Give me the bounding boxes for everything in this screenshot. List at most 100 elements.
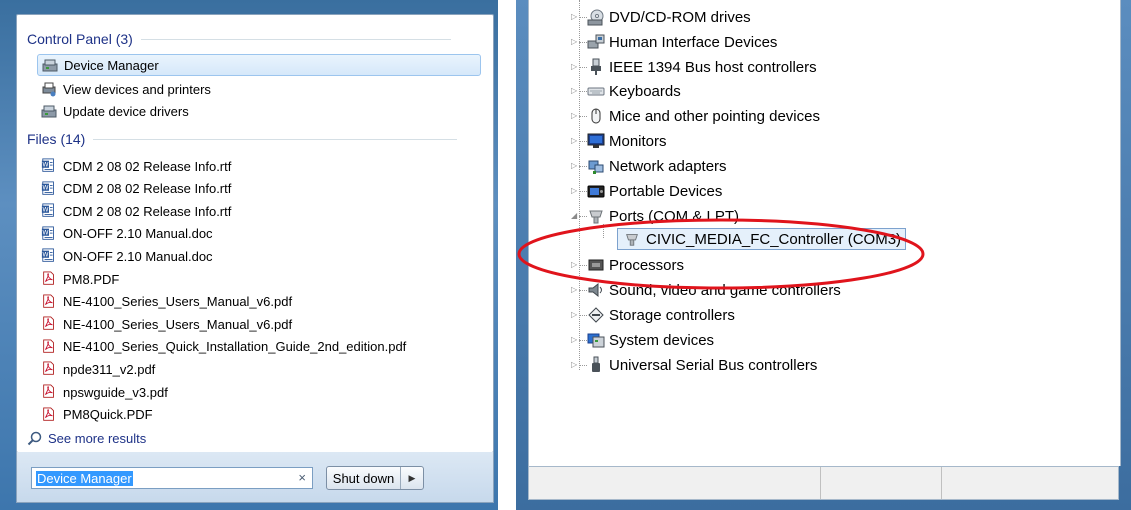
file-name-label: NE-4100_Series_Quick_Installation_Guide_…	[63, 339, 407, 355]
word-doc-icon: W	[41, 226, 54, 240]
expand-arrow-icon[interactable]: ▷	[571, 136, 577, 145]
file-result-item[interactable]: W ON-OFF 2.10 Manual.doc	[37, 223, 213, 245]
monitor-icon	[587, 133, 605, 148]
device-category-label: Human Interface Devices	[609, 33, 778, 51]
device-category-label: Mice and other pointing devices	[609, 107, 820, 125]
tree-connector	[579, 42, 587, 43]
pdf-icon	[43, 271, 54, 285]
file-result-item[interactable]: NE-4100_Series_Users_Manual_v6.pdf	[37, 291, 292, 313]
hid-icon	[587, 34, 605, 49]
device-category-portable-devices[interactable]: ▷ Portable Devices	[571, 180, 723, 202]
control-panel-header[interactable]: Control Panel (3)	[27, 29, 451, 49]
device-category-human-interface-devices[interactable]: ▷ Human Interface Devices	[571, 31, 778, 53]
search-input[interactable]	[35, 469, 279, 487]
result-label: Device Manager	[64, 57, 159, 73]
device-category-keyboards[interactable]: ▷ Keyboards	[571, 80, 681, 102]
status-bar-segment	[942, 467, 1112, 499]
file-result-item[interactable]: PM8.PDF	[37, 268, 119, 290]
tree-connector	[579, 340, 587, 341]
start-menu-footer: Device Manager × Shut down ▶	[16, 452, 494, 503]
device-category-label: Ports (COM & LPT)	[609, 207, 740, 225]
pdf-icon	[43, 316, 54, 330]
clear-search-icon[interactable]: ×	[298, 470, 306, 485]
see-more-label: See more results	[48, 431, 147, 446]
device-category-mice-and-other-pointing-devices[interactable]: ▷ Mice and other pointing devices	[571, 105, 820, 127]
device-category-dvd-cd-rom-drives[interactable]: ▷ DVD/CD-ROM drives	[571, 6, 751, 28]
file-result-item[interactable]: npswguide_v3.pdf	[37, 381, 168, 403]
file-result-item[interactable]: PM8Quick.PDF	[37, 404, 153, 426]
search-icon	[27, 431, 42, 446]
device-category-label: Portable Devices	[609, 182, 723, 200]
keyboard-icon	[587, 87, 605, 96]
shutdown-options-arrow-icon[interactable]: ▶	[401, 467, 423, 489]
expand-arrow-icon[interactable]: ▷	[571, 285, 577, 294]
expand-arrow-icon[interactable]: ▷	[571, 37, 577, 46]
expand-arrow-icon[interactable]: ▷	[571, 111, 577, 120]
device-category-storage-controllers[interactable]: ▷ Storage controllers	[571, 304, 735, 326]
file-name-label: ON-OFF 2.10 Manual.doc	[63, 248, 213, 264]
device-label: CIVIC_MEDIA_FC_Controller (COM3)	[646, 230, 902, 248]
expand-arrow-icon[interactable]: ▷	[571, 12, 577, 21]
expand-arrow-icon[interactable]: ▷	[571, 335, 577, 344]
expand-arrow-icon[interactable]: ▷	[571, 186, 577, 195]
svg-text:W: W	[42, 229, 48, 236]
port-icon	[589, 210, 603, 224]
tree-connector	[579, 91, 587, 92]
tree-connector	[579, 315, 587, 316]
shutdown-button[interactable]: Shut down	[327, 467, 401, 489]
device-category-universal-serial-bus-controllers[interactable]: ▷ Universal Serial Bus controllers	[571, 354, 817, 376]
svg-text:W: W	[42, 252, 48, 259]
pdf-icon	[43, 361, 54, 376]
search-results-pane: Control Panel (3) Device Manager View de…	[16, 14, 494, 453]
divider	[140, 38, 451, 40]
collapse-arrow-icon[interactable]: ◢	[571, 211, 577, 220]
device-category-processors[interactable]: ▷ Processors	[571, 254, 685, 276]
status-bar	[528, 466, 1119, 500]
tree-connector	[579, 67, 587, 68]
result-view-devices-printers[interactable]: View devices and printers	[37, 78, 211, 100]
device-category-label: Network adapters	[609, 157, 727, 175]
device-category-system-devices[interactable]: ▷ System devices	[571, 329, 715, 351]
file-result-item[interactable]: W ON-OFF 2.10 Manual.doc	[37, 245, 213, 267]
result-update-device-drivers[interactable]: Update device drivers	[37, 100, 189, 122]
network-adapter-icon	[588, 160, 604, 174]
tree-connector	[579, 141, 587, 142]
expand-arrow-icon[interactable]: ▷	[571, 161, 577, 170]
expand-arrow-icon[interactable]: ▷	[571, 260, 577, 269]
device-category-label: System devices	[609, 331, 715, 349]
word-doc-icon: W	[41, 248, 54, 263]
device-category-ports-com-lpt[interactable]: ◢ Ports (COM & LPT)	[571, 205, 740, 227]
status-bar-segment	[821, 467, 942, 499]
pdf-icon	[43, 294, 54, 308]
expand-arrow-icon[interactable]: ▷	[571, 310, 577, 319]
search-box[interactable]: Device Manager ×	[31, 467, 313, 489]
tree-connector	[579, 166, 587, 167]
shutdown-button-group: Shut down ▶	[326, 466, 424, 490]
expand-arrow-icon[interactable]: ▷	[571, 62, 577, 71]
device-category-sound-video-and-game-controllers[interactable]: ▷ Sound, video and game controllers	[571, 279, 841, 301]
file-name-label: CDM 2 08 02 Release Info.rtf	[63, 181, 232, 197]
usb-icon	[592, 356, 600, 372]
device-category-ieee-1394-bus-host-controllers[interactable]: ▷ IEEE 1394 Bus host controllers	[571, 56, 817, 78]
device-civic-media-fc-controller[interactable]: CIVIC_MEDIA_FC_Controller (COM3)	[617, 228, 907, 250]
expand-arrow-icon[interactable]: ▷	[571, 86, 577, 95]
file-result-item[interactable]: NE-4100_Series_Users_Manual_v6.pdf	[37, 313, 292, 335]
result-device-manager[interactable]: Device Manager	[37, 54, 481, 76]
pdf-icon	[43, 339, 54, 353]
file-result-item[interactable]: W CDM 2 08 02 Release Info.rtf	[37, 200, 231, 222]
tree-connector	[579, 116, 587, 117]
see-more-results-link[interactable]: See more results	[27, 431, 146, 446]
device-category-monitors[interactable]: ▷ Monitors	[571, 130, 667, 152]
dvd-drive-icon	[587, 9, 604, 26]
device-category-label: Processors	[609, 256, 685, 274]
file-result-item[interactable]: NE-4100_Series_Quick_Installation_Guide_…	[37, 336, 406, 358]
device-category-network-adapters[interactable]: ▷ Network adapters	[571, 155, 727, 177]
file-result-item[interactable]: W CDM 2 08 02 Release Info.rtf	[37, 155, 231, 177]
expand-arrow-icon[interactable]: ▷	[571, 360, 577, 369]
device-tree: ▷ DVD/CD-ROM drives ▷ Human Interface Devic…	[528, 0, 1121, 466]
file-result-item[interactable]: W CDM 2 08 02 Release Info.rtf	[37, 178, 231, 200]
svg-text:W: W	[42, 184, 48, 191]
files-header[interactable]: Files (14)	[27, 129, 458, 149]
file-result-item[interactable]: npde311_v2.pdf	[37, 358, 155, 380]
word-doc-icon: W	[41, 203, 54, 217]
